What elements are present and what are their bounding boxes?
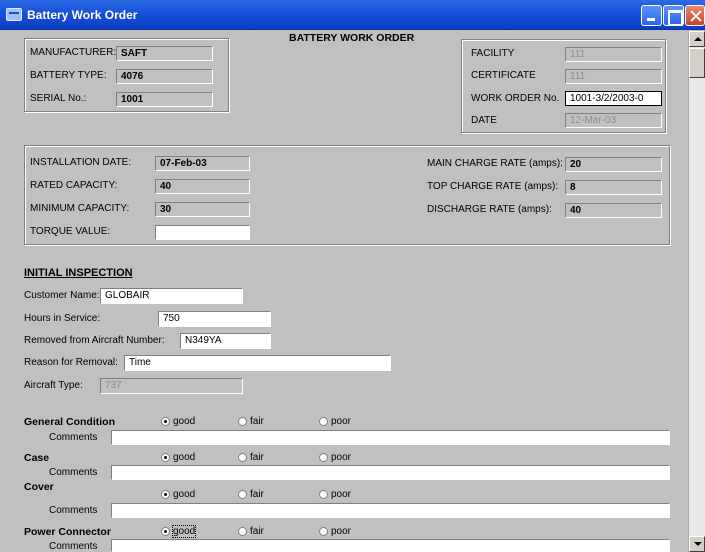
maximize-button[interactable] xyxy=(663,5,684,26)
hours-in-service-label: Hours in Service: xyxy=(24,313,101,324)
discharge-label: DISCHARGE RATE (amps): xyxy=(427,204,552,215)
scroll-down-button[interactable] xyxy=(689,536,705,552)
discharge-field[interactable]: 40 xyxy=(565,203,662,218)
facility-label: FACILITY xyxy=(471,48,515,59)
arrow-down-icon xyxy=(694,542,702,546)
general-condition-comments-field[interactable] xyxy=(111,430,670,445)
vertical-scrollbar[interactable] xyxy=(688,31,705,552)
installation-date-field[interactable]: 07-Feb-03 xyxy=(155,156,250,171)
cover-label: Cover xyxy=(24,481,54,493)
work-order-label: WORK ORDER No. xyxy=(471,93,560,104)
aircraft-type-field[interactable]: 737 xyxy=(100,378,243,394)
case-label: Case xyxy=(24,452,50,464)
manufacturer-label: MANUFACTURER: xyxy=(30,47,117,58)
cover-comments-label: Comments xyxy=(49,505,98,516)
main-charge-field[interactable]: 20 xyxy=(565,157,662,172)
minimum-capacity-field[interactable]: 30 xyxy=(155,202,250,217)
facility-field[interactable]: 111 xyxy=(565,47,662,62)
case-poor-radio[interactable]: poor xyxy=(319,452,351,463)
serial-field[interactable]: 1001 xyxy=(116,92,213,107)
window-title: Battery Work Order xyxy=(27,8,138,22)
aircraft-number-label: Removed from Aircraft Number: xyxy=(24,335,165,346)
certificate-field[interactable]: 111 xyxy=(565,69,662,84)
reason-for-removal-field[interactable]: Time xyxy=(124,355,391,371)
general-condition-poor-radio[interactable]: poor xyxy=(319,416,351,427)
close-button[interactable] xyxy=(685,5,705,26)
serial-label: SERIAL No.: xyxy=(30,93,87,104)
general-condition-label: General Condition xyxy=(24,416,116,428)
torque-value-field[interactable] xyxy=(155,225,250,240)
case-good-radio[interactable]: good xyxy=(161,452,195,463)
rated-capacity-label: RATED CAPACITY: xyxy=(30,180,118,191)
top-charge-field[interactable]: 8 xyxy=(565,180,662,195)
title-bar[interactable]: Battery Work Order xyxy=(0,0,705,30)
minimum-capacity-label: MINIMUM CAPACITY: xyxy=(30,203,130,214)
cover-fair-radio[interactable]: fair xyxy=(238,489,264,500)
date-field[interactable]: 12-Mar-03 xyxy=(565,113,662,128)
app-icon xyxy=(6,8,22,21)
customer-name-field[interactable]: GLOBAIR xyxy=(100,288,243,304)
case-comments-label: Comments xyxy=(49,467,98,478)
scroll-up-button[interactable] xyxy=(689,31,705,47)
battery-work-order-window: Battery Work Order BATTERY WORK ORDER MA… xyxy=(0,0,705,552)
battery-type-field[interactable]: 4076 xyxy=(116,69,213,84)
customer-name-label: Customer Name: xyxy=(24,290,100,301)
cover-poor-radio[interactable]: poor xyxy=(319,489,351,500)
certificate-label: CERTIFICATE xyxy=(471,70,536,81)
power-connector-good-radio[interactable]: good xyxy=(161,525,197,538)
torque-value-label: TORQUE VALUE: xyxy=(30,226,111,237)
cover-comments-field[interactable] xyxy=(111,503,670,518)
form-title: BATTERY WORK ORDER xyxy=(289,32,415,44)
initial-inspection-heading: INITIAL INSPECTION xyxy=(24,267,133,279)
aircraft-type-label: Aircraft Type: xyxy=(24,380,83,391)
date-label: DATE xyxy=(471,115,497,126)
installation-date-label: INSTALLATION DATE: xyxy=(30,157,132,168)
main-charge-label: MAIN CHARGE RATE (amps): xyxy=(427,158,563,169)
rated-capacity-field[interactable]: 40 xyxy=(155,179,250,194)
general-condition-good-radio[interactable]: good xyxy=(161,416,195,427)
power-connector-comments-field[interactable] xyxy=(111,539,670,552)
case-comments-field[interactable] xyxy=(111,465,670,480)
arrow-up-icon xyxy=(694,37,702,41)
general-condition-comments-label: Comments xyxy=(49,432,98,443)
power-connector-label: Power Connector xyxy=(24,526,111,538)
scroll-thumb[interactable] xyxy=(689,48,705,78)
reason-for-removal-label: Reason for Removal: xyxy=(24,357,118,368)
top-charge-label: TOP CHARGE RATE (amps): xyxy=(427,181,559,192)
hours-in-service-field[interactable]: 750 xyxy=(158,311,271,327)
case-fair-radio[interactable]: fair xyxy=(238,452,264,463)
work-order-field[interactable]: 1001-3/2/2003-0 xyxy=(565,91,662,106)
general-condition-fair-radio[interactable]: fair xyxy=(238,416,264,427)
manufacturer-field[interactable]: SAFT xyxy=(116,46,213,61)
minimize-button[interactable] xyxy=(641,5,662,26)
power-connector-poor-radio[interactable]: poor xyxy=(319,526,351,537)
cover-good-radio[interactable]: good xyxy=(161,489,195,500)
power-connector-comments-label: Comments xyxy=(49,541,98,552)
power-connector-fair-radio[interactable]: fair xyxy=(238,526,264,537)
aircraft-number-field[interactable]: N349YA xyxy=(180,333,271,349)
battery-type-label: BATTERY TYPE: xyxy=(30,70,107,81)
